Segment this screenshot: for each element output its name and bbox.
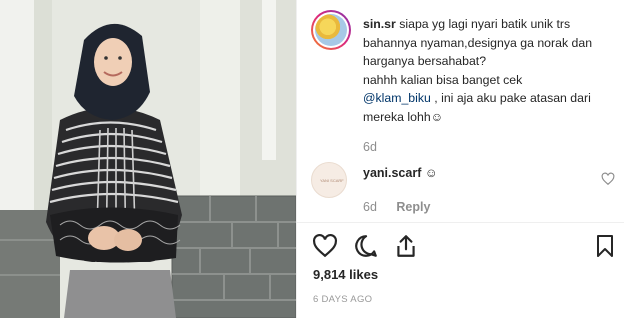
commenter-avatar[interactable]: YANI SCARF xyxy=(311,162,347,198)
caption-part2: nahhh kalian bisa banget cek xyxy=(363,72,523,87)
bookmark-icon xyxy=(597,235,613,257)
caption-text: sin.sr siapa yg lagi nyari batik unik tr… xyxy=(363,15,623,126)
post-photo[interactable] xyxy=(0,0,296,318)
like-button[interactable] xyxy=(312,233,338,264)
comment-text: yani.scarf ☺ xyxy=(363,166,438,180)
comment-item: YANI SCARF yani.scarf ☺ 6d Reply xyxy=(311,160,623,220)
comment-emoji: ☺ xyxy=(424,166,438,180)
post-side-panel: sin.sr siapa yg lagi nyari batik unik tr… xyxy=(296,0,624,318)
post-date: 6 DAYS AGO xyxy=(313,294,373,305)
comment-timestamp: 6d xyxy=(363,200,377,214)
commenter-avatar-text: YANI SCARF xyxy=(320,178,344,183)
small-heart-icon xyxy=(601,172,615,186)
heart-icon xyxy=(313,233,337,258)
comment-like-button[interactable] xyxy=(601,172,615,191)
caption-part1: siapa yg lagi nyari batik unik trs bahan… xyxy=(363,17,593,68)
share-icon xyxy=(397,235,415,257)
author-avatar-image xyxy=(315,14,347,46)
reply-button[interactable]: Reply xyxy=(396,200,430,214)
author-avatar-frame xyxy=(313,12,349,48)
post-actions: 9,814 likes 6 DAYS AGO xyxy=(297,222,624,318)
post-photo-art xyxy=(0,0,296,318)
comment-meta: 6d Reply xyxy=(363,200,430,214)
caption-mention-link[interactable]: @klam_biku xyxy=(363,91,431,105)
caption-timestamp: 6d xyxy=(363,140,377,154)
author-username[interactable]: sin.sr xyxy=(363,17,396,31)
author-avatar[interactable] xyxy=(311,10,351,50)
comment-button[interactable] xyxy=(353,233,379,264)
commenter-username[interactable]: yani.scarf xyxy=(363,166,421,180)
share-button[interactable] xyxy=(393,233,419,264)
save-button[interactable] xyxy=(593,233,617,264)
comment-icon xyxy=(355,235,377,257)
likes-count[interactable]: 9,814 likes xyxy=(313,267,378,282)
